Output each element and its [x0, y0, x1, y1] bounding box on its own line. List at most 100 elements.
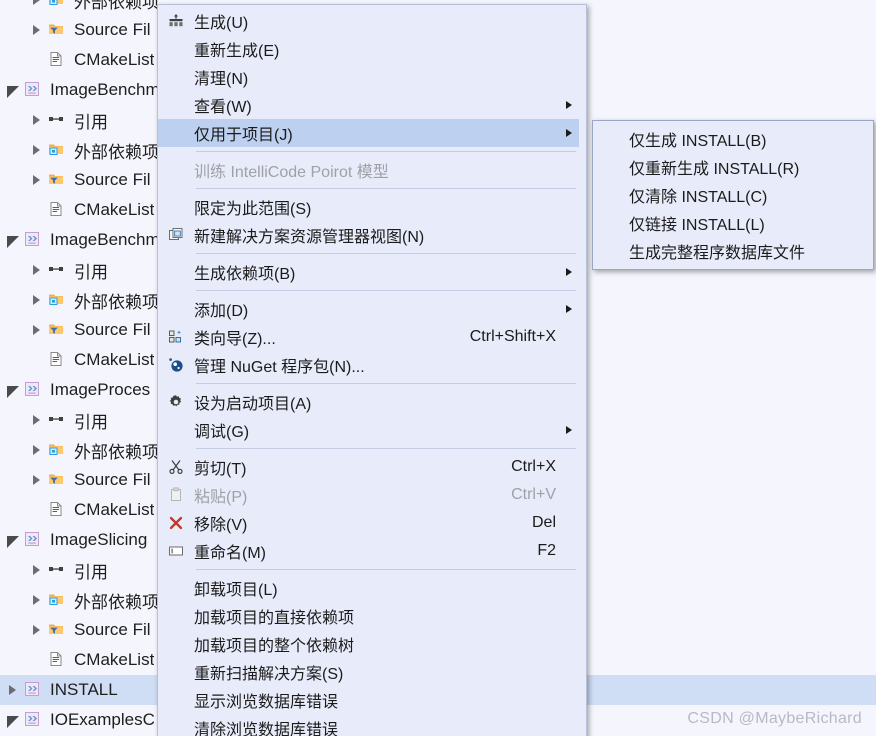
tree-row-label: INSTALL [50, 680, 118, 699]
source-files-filter-icon [48, 21, 68, 39]
menu-item-label: 限定为此范围(S) [194, 201, 312, 218]
new-solution-explorer-view-icon [158, 225, 194, 245]
submenu-item[interactable]: 仅重新生成 INSTALL(R) [593, 153, 873, 181]
submenu-item[interactable]: 仅链接 INSTALL(L) [593, 209, 873, 237]
menu-item[interactable]: 生成(U) [158, 7, 586, 35]
references-icon [48, 111, 68, 129]
menu-item[interactable]: 管理 NuGet 程序包(N)... [158, 351, 586, 379]
references-icon [48, 561, 68, 579]
submenu-item[interactable]: 生成完整程序数据库文件 [593, 237, 873, 265]
menu-item-shortcut: Ctrl+X [511, 458, 556, 475]
menu-item[interactable]: 加载项目的直接依赖项 [158, 602, 586, 630]
tree-row-label: Source Fil [74, 620, 151, 639]
menu-item[interactable]: 新建解决方案资源管理器视图(N) [158, 221, 586, 249]
menu-item-label: 卸载项目(L) [194, 582, 278, 599]
menu-item[interactable]: 生成依赖项(B) [158, 258, 586, 286]
external-dependencies-folder-icon [48, 0, 68, 9]
chevron-right-icon[interactable] [30, 143, 44, 157]
chevron-right-icon[interactable] [30, 623, 44, 637]
menu-item[interactable]: 调试(G) [158, 416, 586, 444]
tree-row-label: ImageBenchm [50, 230, 160, 249]
menu-icon-placeholder [593, 185, 629, 205]
menu-item[interactable]: 移除(V) Del [158, 509, 586, 537]
menu-item[interactable]: 重命名(M) F2 [158, 537, 586, 565]
watermark: CSDN @MaybeRichard [687, 710, 862, 727]
chevron-right-icon[interactable] [30, 443, 44, 457]
menu-item: 粘贴(P) Ctrl+V [158, 481, 586, 509]
chevron-down-icon[interactable] [6, 383, 20, 398]
project-icon [24, 231, 44, 249]
submenu-item-label: 生成完整程序数据库文件 [629, 245, 806, 262]
tree-row-label: Source Fil [74, 170, 151, 189]
menu-item[interactable]: 类向导(Z)... Ctrl+Shift+X [158, 323, 586, 351]
chevron-right-icon[interactable] [6, 683, 20, 697]
tree-row-label: 引用 [74, 412, 108, 432]
menu-item-label: 剪切(T) [194, 461, 247, 478]
chevron-right-icon[interactable] [30, 173, 44, 187]
menu-item[interactable]: 清理(N) [158, 63, 586, 91]
chevron-right-icon[interactable] [30, 263, 44, 277]
menu-item[interactable]: 加载项目的整个依赖树 [158, 630, 586, 658]
chevron-down-icon[interactable] [6, 233, 20, 248]
menu-item-label: 重新生成(E) [194, 43, 280, 60]
source-files-filter-icon [48, 621, 68, 639]
menu-item[interactable]: 重新扫描解决方案(S) [158, 658, 586, 686]
menu-icon-placeholder [158, 606, 194, 626]
menu-item-label: 清理(N) [194, 71, 249, 88]
chevron-down-icon[interactable] [6, 83, 20, 98]
cmake-file-icon [48, 351, 68, 369]
menu-item[interactable]: 设为启动项目(A) [158, 388, 586, 416]
chevron-right-icon[interactable] [30, 593, 44, 607]
chevron-right-icon[interactable] [30, 113, 44, 127]
solution-explorer-screen: 外部依赖项 Source Fil CMakeList ImageBenchm 引用 外部依… [0, 0, 876, 736]
chevron-right-icon[interactable] [30, 413, 44, 427]
chevron-right-icon[interactable] [30, 0, 44, 7]
cmake-file-icon [48, 501, 68, 519]
menu-icon-placeholder [158, 420, 194, 440]
submenu-item-label: 仅重新生成 INSTALL(R) [629, 161, 800, 178]
submenu-item[interactable]: 仅清除 INSTALL(C) [593, 181, 873, 209]
submenu-arrow-icon [566, 426, 572, 434]
menu-item-label: 重新扫描解决方案(S) [194, 666, 344, 683]
nuget-icon [158, 355, 194, 375]
chevron-right-icon[interactable] [30, 323, 44, 337]
chevron-down-icon[interactable] [6, 533, 20, 548]
menu-icon-placeholder [158, 123, 194, 143]
chevron-right-icon[interactable] [30, 293, 44, 307]
submenu-arrow-icon [566, 268, 572, 276]
project-context-menu[interactable]: 生成(U) 重新生成(E) 清理(N) 查看(W) 仅用于项目(J) 训练 Intelli… [157, 4, 587, 736]
gear-icon [158, 392, 194, 412]
menu-item-label: 生成(U) [194, 15, 249, 32]
chevron-down-icon[interactable] [6, 713, 20, 728]
tree-row-label: 外部依赖项 [74, 592, 159, 612]
chevron-right-icon[interactable] [30, 473, 44, 487]
menu-icon-placeholder [158, 578, 194, 598]
remove-icon [158, 513, 194, 533]
tree-row-label: ImageProces [50, 380, 151, 399]
menu-item-label: 查看(W) [194, 99, 252, 116]
menu-item[interactable]: 卸载项目(L) [158, 574, 586, 602]
menu-separator [196, 290, 576, 291]
menu-item[interactable]: 剪切(T) Ctrl+X [158, 453, 586, 481]
menu-item[interactable]: 重新生成(E) [158, 35, 586, 63]
menu-item[interactable]: 仅用于项目(J) [158, 119, 586, 147]
project-only-submenu[interactable]: 仅生成 INSTALL(B) 仅重新生成 INSTALL(R) 仅清除 INSTAL… [592, 120, 874, 270]
cmake-file-icon [48, 651, 68, 669]
menu-item[interactable]: 限定为此范围(S) [158, 193, 586, 221]
menu-item-label: 调试(G) [194, 424, 250, 441]
submenu-item[interactable]: 仅生成 INSTALL(B) [593, 125, 873, 153]
tree-row-label: ImageSlicing [50, 530, 148, 549]
menu-item[interactable]: 查看(W) [158, 91, 586, 119]
menu-item[interactable]: 显示浏览数据库错误 [158, 686, 586, 714]
menu-item-label: 清除浏览数据库错误 [194, 722, 339, 736]
references-icon [48, 411, 68, 429]
menu-item[interactable]: 清除浏览数据库错误 [158, 714, 586, 736]
chevron-right-icon[interactable] [30, 23, 44, 37]
menu-icon-placeholder [158, 95, 194, 115]
source-files-filter-icon [48, 171, 68, 189]
chevron-right-icon[interactable] [30, 563, 44, 577]
menu-item[interactable]: 添加(D) [158, 295, 586, 323]
menu-icon-placeholder [158, 299, 194, 319]
